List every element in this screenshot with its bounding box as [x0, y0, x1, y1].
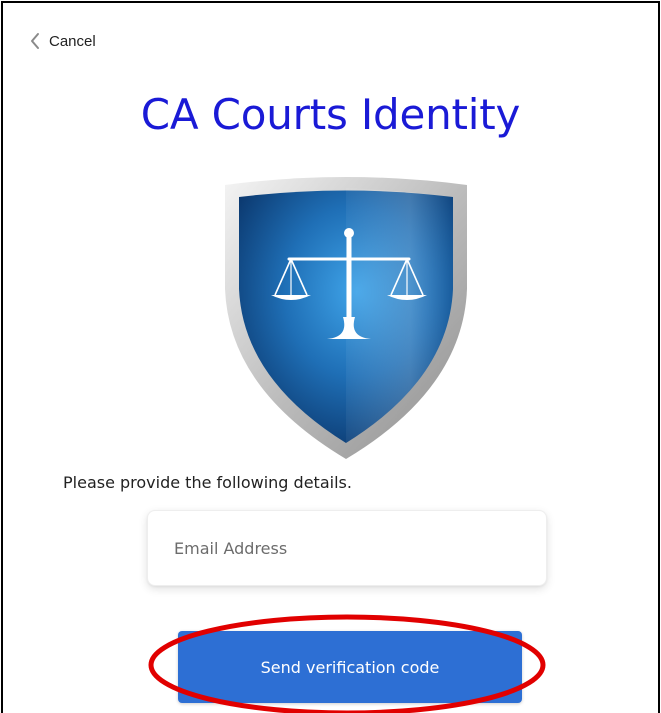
chevron-left-icon [31, 33, 39, 49]
identity-panel: Cancel CA Courts Identity Please provide… [1, 1, 660, 713]
shield-scales-icon [225, 177, 467, 459]
cancel-link[interactable]: Cancel [29, 29, 96, 53]
instructions-text: Please provide the following details. [63, 473, 352, 492]
cancel-label: Cancel [49, 32, 96, 50]
send-verification-code-button[interactable]: Send verification code [178, 631, 522, 703]
page-title: CA Courts Identity [140, 90, 521, 139]
email-field[interactable] [147, 510, 547, 586]
